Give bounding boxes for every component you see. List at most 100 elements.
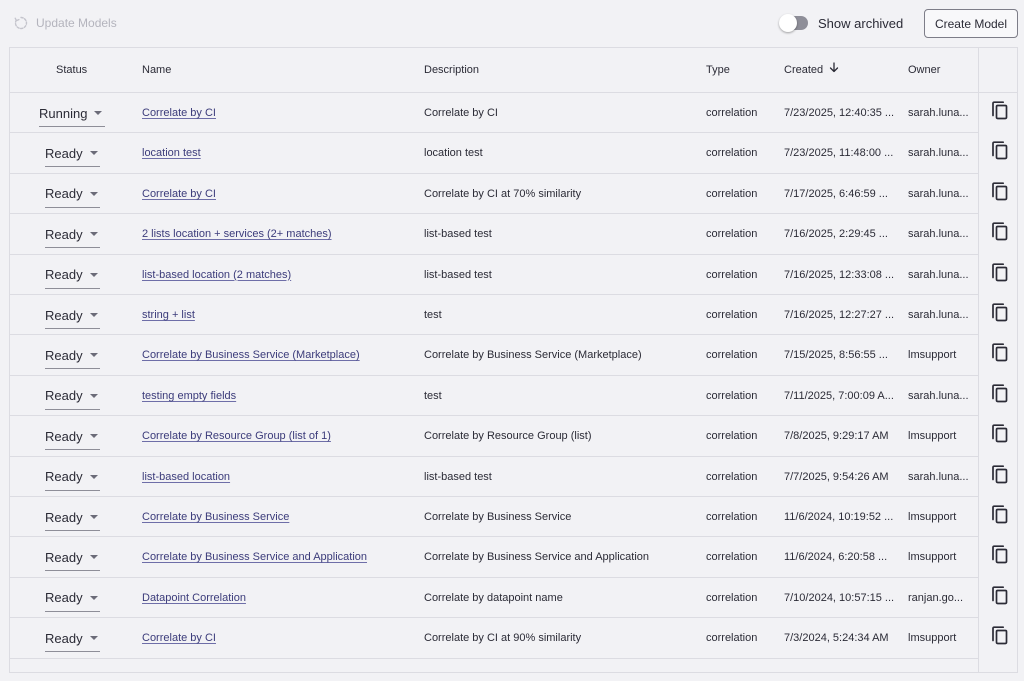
chevron-down-icon [89,272,98,277]
column-header-description[interactable]: Description [424,48,479,93]
copy-model-button[interactable] [987,343,1011,367]
model-name-link[interactable]: list-based location [142,471,230,483]
update-models-button[interactable]: Update Models [14,14,117,32]
description-cell: list-based test [424,268,492,281]
owner-cell: lmsupport [908,511,957,523]
copy-model-button[interactable] [987,505,1011,529]
status-select[interactable]: Ready [45,181,100,208]
description-cell: Correlate by datapoint name [424,591,563,604]
description-cell: Correlate by Resource Group (list) [424,430,592,443]
created-cell: 7/7/2025, 9:54:26 AM [784,470,889,483]
created-cell: 7/11/2025, 7:00:09 A... [784,389,894,402]
status-select[interactable]: Ready [45,544,100,572]
type-cell: correlation [706,107,758,119]
chevron-down-icon [89,595,98,600]
model-name-link[interactable]: Correlate by Business Service (Marketpla… [142,349,360,361]
table-row: Ready Correlate by Business Service Correl… [10,497,978,538]
model-name-link[interactable]: Correlate by CI [142,188,216,200]
description-cell: Correlate by Business Service (Marketpla… [424,349,642,362]
chevron-down-icon [89,353,98,358]
type-cell: correlation [706,632,758,645]
copy-icon [991,626,1008,650]
table-row: Ready Correlate by CI Correlate by CI at 7… [10,174,978,215]
name-cell: Correlate by Business Service (Marketpla… [142,335,412,375]
status-select[interactable]: Ready [45,262,100,289]
model-name-link[interactable]: Correlate by CI [142,632,216,644]
created-cell: 7/10/2024, 10:57:15 ... [784,591,895,604]
description-cell: test [424,389,442,402]
owner-cell: sarah.luna... [908,309,969,321]
copy-model-button[interactable] [987,384,1011,408]
status-select[interactable]: Ready [45,221,100,249]
copy-icon [991,505,1008,529]
copy-model-button[interactable] [987,626,1011,650]
status-select[interactable]: Ready [45,504,100,531]
copy-icon [991,464,1008,489]
model-name-link[interactable]: testing empty fields [142,390,236,402]
status-select[interactable]: Ready [45,342,100,370]
type-cell: correlation [706,187,758,200]
chevron-down-icon [89,313,98,317]
name-cell: 2 lists location + services (2+ matches) [142,214,412,254]
status-select[interactable]: Ready [45,464,100,491]
description-cell: Correlate by Business Service [424,511,572,523]
owner-cell: lmsupport [908,551,957,564]
copy-model-button[interactable] [987,586,1011,610]
column-header-created[interactable]: Created [784,48,839,93]
owner-cell: lmsupport [908,430,957,443]
copy-icon [991,545,1008,569]
description-cell: test [424,309,442,321]
column-header-status[interactable]: Status [56,48,87,93]
model-name-link[interactable]: Correlate by Business Service and Applic… [142,551,367,563]
copy-model-button[interactable] [987,464,1011,489]
copy-model-button[interactable] [987,424,1011,448]
copy-icon [991,384,1008,408]
owner-cell: ranjan.go... [908,591,964,604]
copy-model-button[interactable] [987,303,1011,327]
status-value: Ready [45,549,83,565]
show-archived-control[interactable]: Show archived [779,12,904,34]
copy-model-button[interactable] [987,141,1011,165]
chevron-down-icon [89,515,98,519]
table-row: Ready testing empty fields test correlation… [10,376,978,417]
show-archived-label: Show archived [818,15,904,31]
model-name-link[interactable]: Correlate by Business Service [142,511,289,523]
status-select[interactable]: Ready [45,140,100,168]
created-cell: 7/16/2025, 2:29:45 ... [784,228,888,241]
name-cell: list-based location [142,457,412,497]
model-name-link[interactable]: Correlate by CI [142,107,216,119]
show-archived-toggle[interactable] [779,14,808,32]
description-cell: Correlate by CI [424,107,498,119]
model-name-link[interactable]: 2 lists location + services (2+ matches) [142,228,332,240]
name-cell: Correlate by Business Service [142,497,412,537]
model-name-link[interactable]: string + list [142,309,195,321]
status-select[interactable]: Running [39,100,105,127]
create-model-button[interactable]: Create Model [924,9,1018,38]
copy-model-button[interactable] [987,262,1011,287]
table-row: Ready list-based location list-based test c… [10,457,978,497]
copy-model-button[interactable] [987,545,1011,569]
copy-model-button[interactable] [987,101,1011,125]
column-header-name[interactable]: Name [142,48,171,93]
column-header-type[interactable]: Type [706,48,730,93]
created-cell: 7/3/2024, 5:24:34 AM [784,632,889,645]
type-cell: correlation [706,430,758,443]
status-select[interactable]: Ready [45,302,100,329]
name-cell: Correlate by CI [142,618,412,658]
copy-icon [991,182,1008,206]
status-select[interactable]: Ready [45,383,100,410]
copy-model-button[interactable] [987,182,1011,206]
copy-model-button[interactable] [987,222,1011,246]
model-name-link[interactable]: list-based location (2 matches) [142,269,291,281]
column-header-owner[interactable]: Owner [908,48,940,93]
name-cell: Correlate by CI [142,174,412,214]
table-row: Ready list-based location (2 matches) list… [10,255,978,295]
owner-cell: sarah.luna... [908,470,969,483]
status-select[interactable]: Ready [45,423,100,451]
model-name-link[interactable]: Correlate by Resource Group (list of 1) [142,430,331,442]
status-select[interactable]: Ready [45,625,100,653]
name-cell: Correlate by Business Service and Applic… [142,537,412,577]
model-name-link[interactable]: Datapoint Correlation [142,592,246,604]
model-name-link[interactable]: location test [142,147,201,159]
status-select[interactable]: Ready [45,585,100,612]
